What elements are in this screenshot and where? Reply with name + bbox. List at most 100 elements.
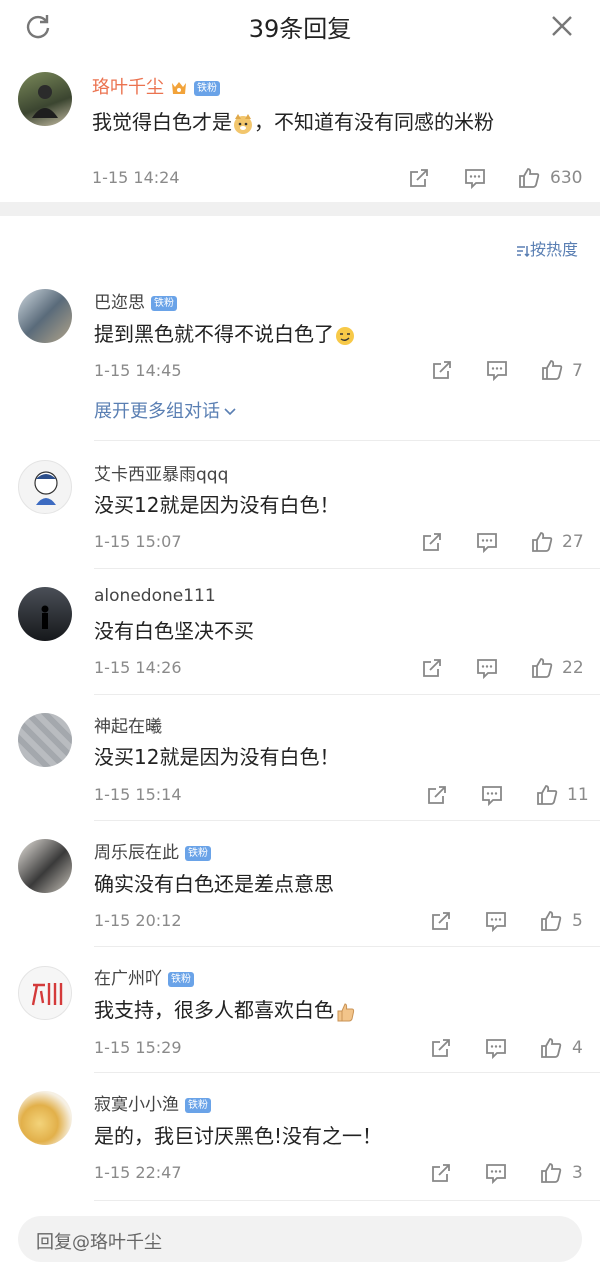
username[interactable]: 艾卡西亚暴雨qqq [94, 460, 228, 485]
avatar[interactable] [18, 289, 72, 343]
like-icon[interactable] [517, 166, 541, 190]
username[interactable]: 巴迩思 铁粉 [94, 288, 177, 313]
comment-text-part: ，不知道有没有同感的米粉 [254, 110, 494, 134]
comment-time: 1-15 14:26 [94, 658, 182, 677]
comment-text: 没买12就是因为没有白色！ [94, 741, 339, 770]
like-count: 630 [550, 168, 583, 188]
like-icon[interactable] [530, 656, 554, 680]
expand-label: 展开更多组对话 [94, 401, 220, 422]
cartoon-avatar-icon [34, 471, 58, 505]
close-icon[interactable] [548, 12, 576, 40]
like-icon[interactable] [539, 909, 563, 933]
like-count: 22 [562, 658, 584, 678]
comment-text-part: 没有白色坚决不买 [94, 619, 254, 643]
top-comment: 珞叶千尘 铁粉 我觉得白色才是 ，不知道有没有同感的米粉 1-15 14:24 63… [0, 56, 600, 202]
fan-badge: 铁粉 [185, 1097, 211, 1113]
comment-text: 没有白色坚决不买 [94, 615, 254, 644]
share-icon[interactable] [425, 783, 449, 807]
comment-icon[interactable] [484, 909, 508, 933]
fan-badge: 铁粉 [168, 971, 194, 987]
avatar[interactable] [18, 713, 72, 767]
separator [94, 694, 600, 695]
username[interactable]: alonedone111 [94, 586, 216, 606]
separator [94, 820, 600, 821]
comment-time: 1-15 14:45 [94, 361, 182, 380]
header: 39条回复 [0, 0, 600, 52]
like-count: 5 [572, 911, 583, 931]
share-icon[interactable] [429, 1161, 453, 1185]
silhouette-avatar-icon [41, 605, 49, 629]
comment-time: 1-15 22:47 [94, 1163, 182, 1182]
comment-icon[interactable] [485, 358, 509, 382]
like-count: 7 [572, 361, 583, 381]
like-icon[interactable] [535, 783, 559, 807]
avatar[interactable] [18, 966, 72, 1020]
share-icon[interactable] [430, 358, 454, 382]
avatar[interactable] [18, 1091, 72, 1145]
comment-icon[interactable] [475, 530, 499, 554]
comment-text: 我支持，很多人都喜欢白色 [94, 994, 356, 1023]
sort-by-hot-button[interactable]: 按热度 [516, 236, 578, 260]
fan-badge: 铁粉 [151, 295, 177, 311]
comment-icon[interactable] [480, 783, 504, 807]
separator [94, 440, 600, 441]
doge-emoji-icon [234, 113, 252, 134]
like-icon[interactable] [539, 1161, 563, 1185]
like-icon[interactable] [540, 358, 564, 382]
username-text: 艾卡西亚暴雨qqq [94, 465, 229, 485]
reply-input[interactable]: 回复@珞叶千尘 [18, 1216, 582, 1262]
comment-icon[interactable] [463, 166, 487, 190]
comment-text: 没买12就是因为没有白色！ [94, 489, 339, 518]
comment-text-part: 我支持，很多人都喜欢白色 [94, 998, 334, 1022]
avatar-person-icon [32, 85, 58, 118]
comment-icon[interactable] [475, 656, 499, 680]
avatar[interactable] [18, 460, 72, 514]
share-icon[interactable] [420, 530, 444, 554]
comment-text-part: 我觉得白色才是 [92, 110, 232, 134]
comment-text-part: 没买12就是因为没有白色！ [94, 493, 340, 517]
share-icon[interactable] [429, 1036, 453, 1060]
sort-label: 按热度 [529, 240, 578, 259]
comment-text-part: 提到黑色就不得不说白色了 [94, 322, 334, 346]
like-count: 3 [572, 1163, 583, 1183]
comment-time: 1-15 14:24 [92, 168, 180, 187]
username[interactable]: 在广州吖 铁粉 [94, 964, 194, 989]
share-icon[interactable] [420, 656, 444, 680]
thumbs-up-emoji-icon [337, 1002, 355, 1021]
like-icon[interactable] [539, 1036, 563, 1060]
avatar[interactable] [18, 839, 72, 893]
username-text: 周乐辰在此 [94, 843, 179, 863]
share-icon[interactable] [407, 166, 431, 190]
separator [94, 946, 600, 947]
comment-text-part: 确实没有白色还是差点意思 [94, 872, 334, 896]
expand-more-link[interactable]: 展开更多组对话 [94, 397, 237, 423]
comment-text-part: 是的，我巨讨厌黑色!没有之一！ [94, 1124, 383, 1148]
fan-badge: 铁粉 [194, 80, 220, 96]
chevron-down-icon [224, 408, 236, 416]
comment-time: 1-15 20:12 [94, 911, 182, 930]
like-count: 27 [562, 532, 584, 552]
divider-bar [0, 202, 600, 216]
separator [94, 1072, 600, 1073]
comment-time: 1-15 15:29 [94, 1038, 182, 1057]
username[interactable]: 珞叶千尘 铁粉 [92, 73, 220, 99]
username-text: 巴迩思 [94, 293, 145, 313]
comment-icon[interactable] [484, 1036, 508, 1060]
like-icon[interactable] [530, 530, 554, 554]
reply-input-placeholder: 回复@珞叶千尘 [36, 1232, 162, 1253]
like-count: 4 [572, 1038, 583, 1058]
avatar[interactable] [18, 587, 72, 641]
username[interactable]: 神起在曦 [94, 712, 162, 737]
avatar[interactable] [18, 72, 72, 126]
username-text: 寂寞小小渔 [94, 1095, 179, 1115]
comment-icon[interactable] [484, 1161, 508, 1185]
fan-badge: 铁粉 [185, 845, 211, 861]
username[interactable]: 周乐辰在此 铁粉 [94, 838, 211, 863]
medal-icon [172, 82, 186, 94]
share-icon[interactable] [429, 909, 453, 933]
separator [94, 568, 600, 569]
separator [94, 1200, 600, 1201]
page-title: 39条回复 [248, 15, 352, 43]
username[interactable]: 寂寞小小渔 铁粉 [94, 1090, 211, 1115]
sort-icon [516, 245, 530, 257]
